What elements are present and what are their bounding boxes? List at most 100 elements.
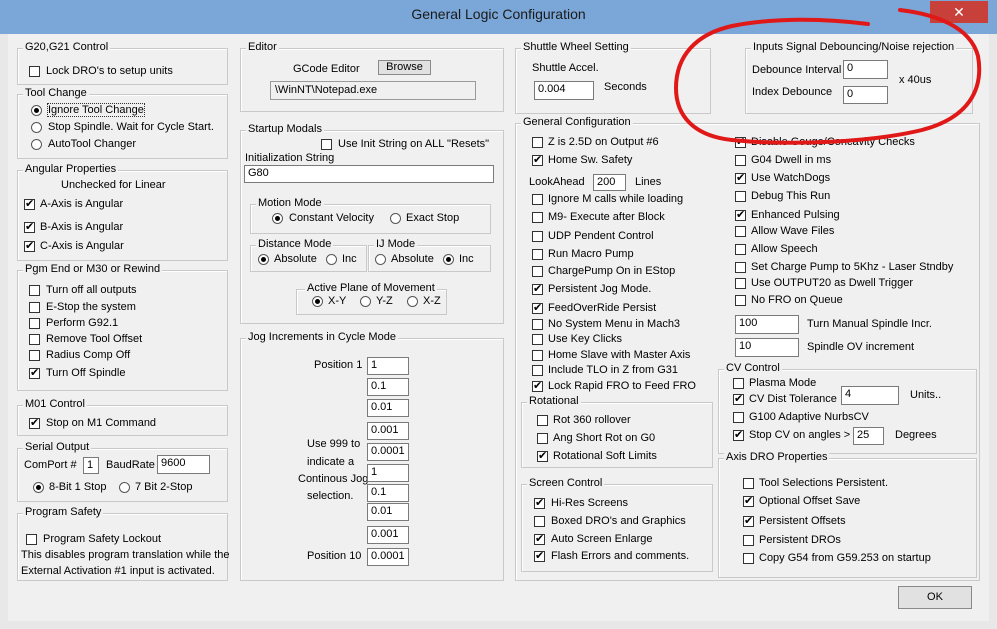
jog-increment-input[interactable]: 0.001 — [367, 422, 409, 440]
use-init-string-checkbox[interactable] — [321, 139, 332, 150]
plane-xz-radio[interactable] — [407, 296, 418, 307]
b-axis-checkbox[interactable] — [24, 220, 35, 233]
general-option-checkbox[interactable] — [735, 135, 746, 148]
8bit-radio[interactable] — [33, 482, 44, 493]
screen-checkbox[interactable] — [534, 516, 545, 527]
close-button[interactable]: ✕ — [930, 1, 988, 23]
axis-dro-checkbox[interactable] — [743, 514, 754, 527]
jog-increment-input[interactable]: 0.01 — [367, 503, 409, 521]
stop-cv-angle-input[interactable]: 25 — [853, 427, 884, 445]
baudrate-input[interactable]: 9600 — [157, 455, 210, 474]
general-option-checkbox[interactable] — [735, 171, 746, 184]
jog-increment-input[interactable]: 1 — [367, 357, 409, 375]
jog-increment-input[interactable]: 0.001 — [367, 526, 409, 544]
shuttle-accel-input[interactable]: 0.004 — [534, 81, 594, 100]
ignore-tool-change-radio[interactable] — [31, 105, 42, 116]
axis-dro-checkbox[interactable] — [743, 553, 754, 564]
general-option-checkbox[interactable] — [532, 350, 543, 361]
jog-increment-input[interactable]: 0.1 — [367, 378, 409, 396]
general-option-checkbox[interactable] — [532, 212, 543, 223]
general-option-checkbox[interactable] — [532, 319, 543, 330]
general-option-checkbox[interactable] — [532, 334, 543, 345]
index-debounce-input[interactable]: 0 — [843, 86, 888, 104]
general-option-checkbox[interactable] — [532, 365, 543, 376]
pgm-end-checkbox[interactable] — [29, 285, 40, 296]
jog-increment-input[interactable]: 0.1 — [367, 484, 409, 502]
general-option-checkbox[interactable] — [532, 137, 543, 148]
general-option-checkbox[interactable] — [532, 282, 543, 295]
screen-checkbox[interactable] — [534, 532, 545, 545]
g100-checkbox[interactable] — [733, 412, 744, 423]
jog-increment-input[interactable]: 1 — [367, 464, 409, 482]
comport-input[interactable]: 1 — [83, 457, 99, 474]
jog-increment-input[interactable]: 0.0001 — [367, 548, 409, 566]
plane-yz-radio[interactable] — [360, 296, 371, 307]
stop-spindle-radio[interactable] — [31, 122, 42, 133]
general-option-label: FeedOverRide Persist — [548, 302, 657, 314]
axis-dro-checkbox[interactable] — [743, 494, 754, 507]
constant-velocity-radio[interactable] — [272, 213, 283, 224]
general-option-checkbox[interactable] — [532, 153, 543, 166]
exact-stop-radio[interactable] — [390, 213, 401, 224]
pgm-end-checkbox[interactable] — [29, 318, 40, 329]
general-option-checkbox[interactable] — [532, 194, 543, 205]
group-title: Shuttle Wheel Setting — [521, 41, 631, 53]
general-option-checkbox[interactable] — [735, 155, 746, 166]
cv-dist-input[interactable]: 4 — [841, 386, 899, 405]
pgm-end-label: Remove Tool Offset — [46, 333, 143, 345]
general-option-label: Allow Wave Files — [751, 225, 835, 237]
axis-dro-checkbox[interactable] — [743, 535, 754, 546]
general-option-checkbox[interactable] — [735, 191, 746, 202]
rotational-checkbox[interactable] — [537, 449, 548, 462]
lookahead-input[interactable]: 200 — [593, 174, 626, 191]
screen-label: Auto Screen Enlarge — [551, 533, 653, 545]
general-option-checkbox[interactable] — [532, 301, 543, 314]
ij-inc-radio[interactable] — [443, 254, 454, 265]
spindle-ov-input[interactable]: 10 — [735, 338, 799, 357]
ok-button[interactable]: OK — [898, 586, 972, 609]
general-option-checkbox[interactable] — [735, 208, 746, 221]
axis-dro-checkbox[interactable] — [743, 478, 754, 489]
general-option-checkbox[interactable] — [735, 278, 746, 289]
general-option-label: M9- Execute after Block — [548, 211, 665, 223]
pgm-end-checkbox[interactable] — [29, 334, 40, 345]
pgm-end-checkbox[interactable] — [29, 366, 40, 379]
pgm-end-checkbox[interactable] — [29, 302, 40, 313]
jog-increment-input[interactable]: 0.0001 — [367, 443, 409, 461]
autotool-changer-radio[interactable] — [31, 139, 42, 150]
general-option-checkbox[interactable] — [532, 231, 543, 242]
plasma-mode-checkbox[interactable] — [733, 378, 744, 389]
ij-absolute-radio[interactable] — [375, 254, 386, 265]
general-option-checkbox[interactable] — [735, 262, 746, 273]
pgm-end-checkbox[interactable] — [29, 350, 40, 361]
distance-inc-radio[interactable] — [326, 254, 337, 265]
7bit-radio[interactable] — [119, 482, 130, 493]
rotational-checkbox[interactable] — [537, 415, 548, 426]
general-option-checkbox[interactable] — [735, 226, 746, 237]
general-option-checkbox[interactable] — [532, 249, 543, 260]
c-axis-checkbox[interactable] — [24, 239, 35, 252]
general-option-checkbox[interactable] — [532, 266, 543, 277]
turn-spindle-incr-input[interactable]: 100 — [735, 315, 799, 334]
stop-m1-checkbox[interactable] — [29, 416, 40, 429]
safety-lockout-checkbox[interactable] — [26, 534, 37, 545]
cv-dist-checkbox[interactable] — [733, 392, 744, 405]
pgm-end-label: Turn Off Spindle — [46, 367, 126, 379]
general-option-checkbox[interactable] — [735, 244, 746, 255]
distance-absolute-radio[interactable] — [258, 254, 269, 265]
a-axis-checkbox[interactable] — [24, 197, 35, 210]
screen-checkbox[interactable] — [534, 549, 545, 562]
init-string-input[interactable]: G80 — [244, 165, 494, 183]
debounce-interval-input[interactable]: 0 — [843, 60, 888, 79]
browse-button[interactable]: Browse — [378, 60, 431, 75]
general-option-label: Use WatchDogs — [751, 172, 831, 184]
jog-increment-input[interactable]: 0.01 — [367, 399, 409, 417]
screen-checkbox[interactable] — [534, 496, 545, 509]
general-option-checkbox[interactable] — [532, 379, 543, 392]
general-option-label: Home Slave with Master Axis — [548, 349, 691, 361]
general-option-checkbox[interactable] — [735, 295, 746, 306]
stop-cv-checkbox[interactable] — [733, 428, 744, 441]
plane-xy-radio[interactable] — [312, 296, 323, 307]
lock-dros-checkbox[interactable] — [29, 66, 40, 77]
rotational-checkbox[interactable] — [537, 433, 548, 444]
